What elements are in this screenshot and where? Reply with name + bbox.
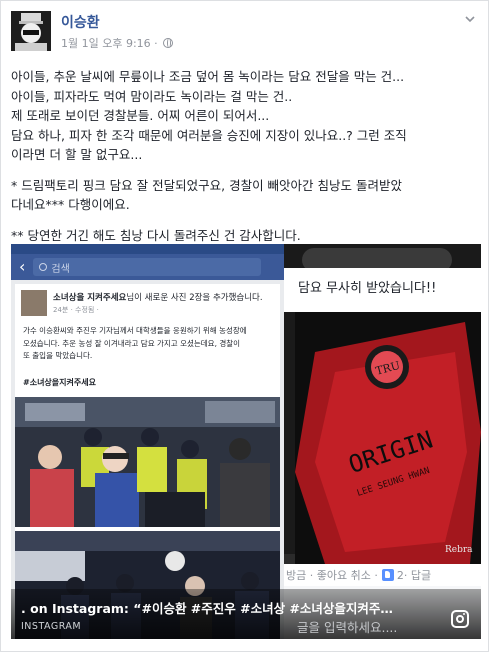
post-line: 아이들, 추운 날씨에 무릎이나 조금 덮어 몸 녹이라는 담요 전달을 막는 … [11, 69, 405, 84]
instagram-icon[interactable] [451, 610, 469, 628]
message-text: 담요 무사히 받았습니다!! [298, 281, 437, 296]
page-hashtag: #소녀상을지켜주세요 [23, 378, 96, 387]
post-line: 다네요*** 다행이에요. [11, 197, 130, 212]
reaction-bar: 방금 · 좋아요 취소 · 2 · 답글 [284, 564, 481, 586]
phone-search-placeholder: 검색 [51, 263, 70, 275]
comment-placeholder: 글을 입력하세요.... [297, 620, 398, 635]
post-meta: 1월 1일 오후 9:16 · [61, 35, 173, 51]
embed-source: INSTAGRAM [21, 621, 82, 632]
post-line: * 드림팩토리 핑크 담요 잘 전달되었구요, 경찰이 빼앗아간 침낭도 돌려받… [11, 177, 402, 193]
search-icon [39, 263, 48, 271]
page-name-line: 소녀상을 지켜주세요님이 새로운 사진 2장을 추가했습니다. [53, 291, 263, 303]
phone-screenshot: ‹ 검색 소녀상을 지켜주세요님이 새로운 사진 2장을 추가했습니다. 24분… [11, 244, 284, 639]
svg-text:Rebra: Rebra [445, 545, 473, 555]
embed-title[interactable]: . on Instagram: “#이승환 #주진우 #소녀상 #소녀상을지켜주… [21, 598, 441, 617]
chevron-down-icon[interactable] [464, 13, 476, 25]
post-line: 이라면 더 할 말 없구요... [11, 147, 143, 162]
reaction-actions: 방금 · 좋아요 취소 · [286, 569, 378, 582]
author-name[interactable]: 이승환 [61, 12, 100, 32]
phone-post-card: 소녀상을 지켜주세요님이 새로운 사진 2장을 추가했습니다. 24분 · 수정… [15, 284, 280, 639]
page-action: 님이 새로운 사진 2장을 추가했습니다. [126, 293, 263, 303]
page-avatar [21, 290, 47, 316]
post-line: ** 당연한 거긴 해도 침낭 다시 돌려주신 건 감사합니다. [11, 227, 301, 243]
thumbs-up-icon [381, 569, 394, 581]
facebook-post: 이승환 1월 1일 오후 9:16 · 아이들, 추운 날씨에 무릎이나 조금 … [0, 0, 489, 652]
protest-photo-1 [15, 397, 280, 527]
page-time: 24분 · 수정됨 · [53, 306, 99, 314]
like-count: 2 [396, 568, 404, 582]
instagram-embed[interactable]: ‹ 검색 소녀상을 지켜주세요님이 새로운 사진 2장을 추가했습니다. 24분… [11, 244, 481, 639]
post-line: 제 또래로 보이던 경찰분들. 어찌 어른이 되어서... [11, 108, 270, 123]
post-timestamp[interactable]: 1월 1일 오후 9:16 · [61, 35, 158, 51]
page-text-line: 오셨습니다. 추운 농성 잘 이겨내라고 담요 가지고 오셨는데요, 경찰이 [23, 338, 241, 348]
globe-icon [162, 38, 173, 48]
back-arrow-icon: ‹ [19, 257, 26, 276]
post-line: 담요 하나, 피자 한 조각 때문에 여러분을 승진에 지장이 있나요..? 그… [11, 127, 407, 143]
author-avatar[interactable] [11, 11, 51, 51]
reply-link: · 답글 [403, 569, 432, 582]
page-text-line: 가수 이승환씨와 주진우 기자님께서 대학생들을 응원하기 위해 농성장에 [23, 326, 247, 335]
post-body: 아이들, 추운 날씨에 무릎이나 조금 덮어 몸 녹이라는 담요 전달을 막는 … [11, 67, 481, 245]
page-text: 가수 이승환씨와 주진우 기자님께서 대학생들을 응원하기 위해 농성장에 오셨… [23, 325, 273, 363]
page-name: 소녀상을 지켜주세요 [53, 293, 127, 303]
page-text-line: 또 출입을 막았습니다. [23, 351, 93, 360]
phone-search-box: 검색 [33, 258, 262, 276]
post-line: 아이들, 피자라도 먹여 맘이라도 녹이라는 걸 막는 건.. [11, 88, 293, 104]
blanket-photo: TRU ORIGIN LEE SEUNG HWAN Rebra [295, 312, 481, 564]
